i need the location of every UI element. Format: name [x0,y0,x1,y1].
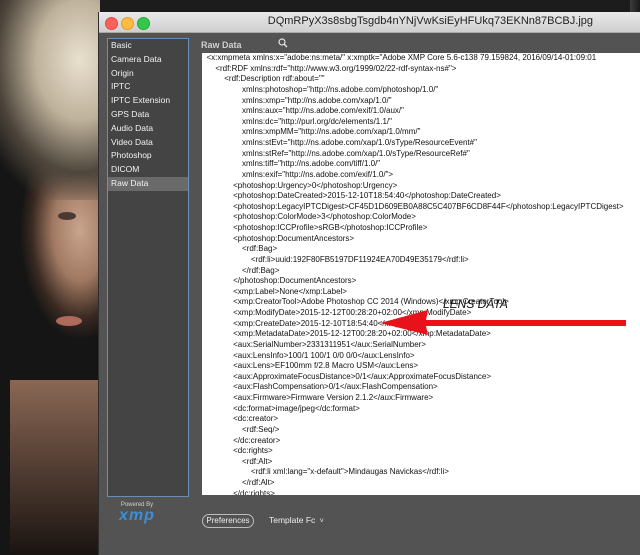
sidebar-item-gps-data[interactable]: GPS Data [108,108,188,122]
xml-line: xmlns:photoshop="http://ns.adobe.com/pho… [202,84,439,94]
xml-line: </rdf:Alt> [202,478,275,487]
xml-line: <dc:format>image/jpeg</dc:format> [202,403,360,413]
xml-line: </photoshop:DocumentAncestors> [202,276,357,286]
xml-line: <rdf:Bag> [202,244,278,254]
xml-line: <dc:rights> [202,446,273,456]
xml-line: <aux:SerialNumber>2331311951</aux:Serial… [202,339,426,349]
file-info-window: DQmRPyX3s8sbgTsgdb4nYNjVwKsiEyHFUkq73EKN… [98,12,640,555]
xml-line: xmlns:stRef="http://ns.adobe.com/xap/1.0… [202,148,470,158]
xml-line: xmlns:xmp="http://ns.adobe.com/xap/1.0/" [202,95,392,105]
xml-line: <rdf:li>uuid:192F80FB5197DF11924EA70D49E… [202,254,469,264]
xml-line: <rdf:Alt> [202,456,273,466]
sidebar-item-iptc-extension[interactable]: IPTC Extension [108,94,188,108]
xml-line: <rdf:Seq/> [202,424,280,434]
xml-line: <aux:LensInfo>100/1 100/1 0/0 0/0</aux:L… [202,350,415,360]
panel-heading: Raw Data [201,40,242,50]
sidebar-item-dicom[interactable]: DICOM [108,163,188,177]
sidebar-item-iptc[interactable]: IPTC [108,80,188,94]
photo-eye [58,212,76,220]
xml-line: </dc:creator> [202,435,281,445]
xmp-logo-text: xmp [119,507,155,524]
xml-line: </rdf:Bag> [202,265,280,275]
sidebar-item-camera-data[interactable]: Camera Data [108,53,188,67]
category-sidebar: Basic Camera Data Origin IPTC IPTC Extension… [107,38,189,497]
xml-line: <aux:Lens>EF100mm f/2.8 Macro USM</aux:L… [202,361,419,371]
xml-line: <rdf:Description rdf:about="" [202,74,325,84]
xml-line: <aux:Firmware>Firmware Version 2.1.2</au… [202,393,434,402]
xml-line: xmlns:aux="http://ns.adobe.com/exif/1.0/… [202,106,404,116]
window-title: DQmRPyX3s8sbgTsgdb4nYNjVwKsiEyHFUkq73EKN… [267,15,593,27]
template-folder-dropdown[interactable]: Template Fc ˅ [269,514,324,528]
xml-line: <xmp:Label>None</xmp:Label> [202,286,347,296]
xml-line: <photoshop:ICCProfile>sRGB</photoshop:IC… [202,223,428,232]
preferences-button[interactable]: Preferences [202,514,254,528]
xml-line: xmlns:xmpMM="http://ns.adobe.com/xap/1.0… [202,127,421,137]
xml-line: <dc:creator> [202,414,279,424]
xml-line: xmlns:exif="http://ns.adobe.com/exif/1.0… [202,169,394,179]
sidebar-item-raw-data[interactable]: Raw Data [108,176,188,191]
sidebar-item-video-data[interactable]: Video Data [108,136,188,150]
maximize-window-button[interactable] [137,17,150,30]
xml-line: <photoshop:ColorMode>3</photoshop:ColorM… [202,212,416,222]
red-arrow-icon [380,310,626,335]
search-icon[interactable] [277,38,289,50]
xml-line: <photoshop:DocumentAncestors> [202,233,355,243]
xml-line: xmlns:stEvt="http://ns.adobe.com/xap/1.0… [202,138,477,147]
template-folder-label: Template Fc [269,515,316,525]
sidebar-item-audio-data[interactable]: Audio Data [108,122,188,136]
xml-line: xmlns:dc="http://purl.org/dc/elements/1.… [202,116,392,126]
sidebar-item-photoshop[interactable]: Photoshop [108,149,188,163]
xml-line: <x:xmpmeta xmlns:x="adobe:ns:meta/" x:xm… [202,53,597,62]
xml-line: <aux:FlashCompensation>0/1</aux:FlashCom… [202,382,438,392]
xml-line: <photoshop:Urgency>0</photoshop:Urgency> [202,180,398,190]
xml-line: <photoshop:DateCreated>2015-12-10T18:54:… [202,191,501,201]
chevron-down-icon: ˅ [319,518,324,525]
xml-line: <aux:ApproximateFocusDistance>0/1</aux:A… [202,371,492,381]
sidebar-item-origin[interactable]: Origin [108,67,188,81]
background-photo [0,0,100,555]
minimize-window-button[interactable] [121,17,134,30]
close-window-button[interactable] [105,17,118,30]
xml-line: xmlns:tiff="http://ns.adobe.com/tiff/1.0… [202,159,381,169]
photo-lips [56,316,82,326]
xmp-logo: Powered By xmp [109,502,165,524]
xml-line: <photoshop:LegacyIPTCDigest>CF45D1D609EB… [202,201,624,211]
xml-line: <rdf:li xml:lang="x-default">Mindaugas N… [202,467,449,477]
xml-line: <rdf:RDF xmlns:rdf="http://www.w3.org/19… [202,63,457,73]
xml-line: </dc:rights> [202,488,275,495]
raw-xml-view[interactable]: <x:xmpmeta xmlns:x="adobe:ns:meta/" x:xm… [202,53,640,495]
photo-hair [0,0,100,200]
photo-neck [10,380,100,555]
sidebar-item-basic[interactable]: Basic [108,39,188,53]
title-bar[interactable]: DQmRPyX3s8sbgTsgdb4nYNjVwKsiEyHFUkq73EKN… [99,12,640,33]
